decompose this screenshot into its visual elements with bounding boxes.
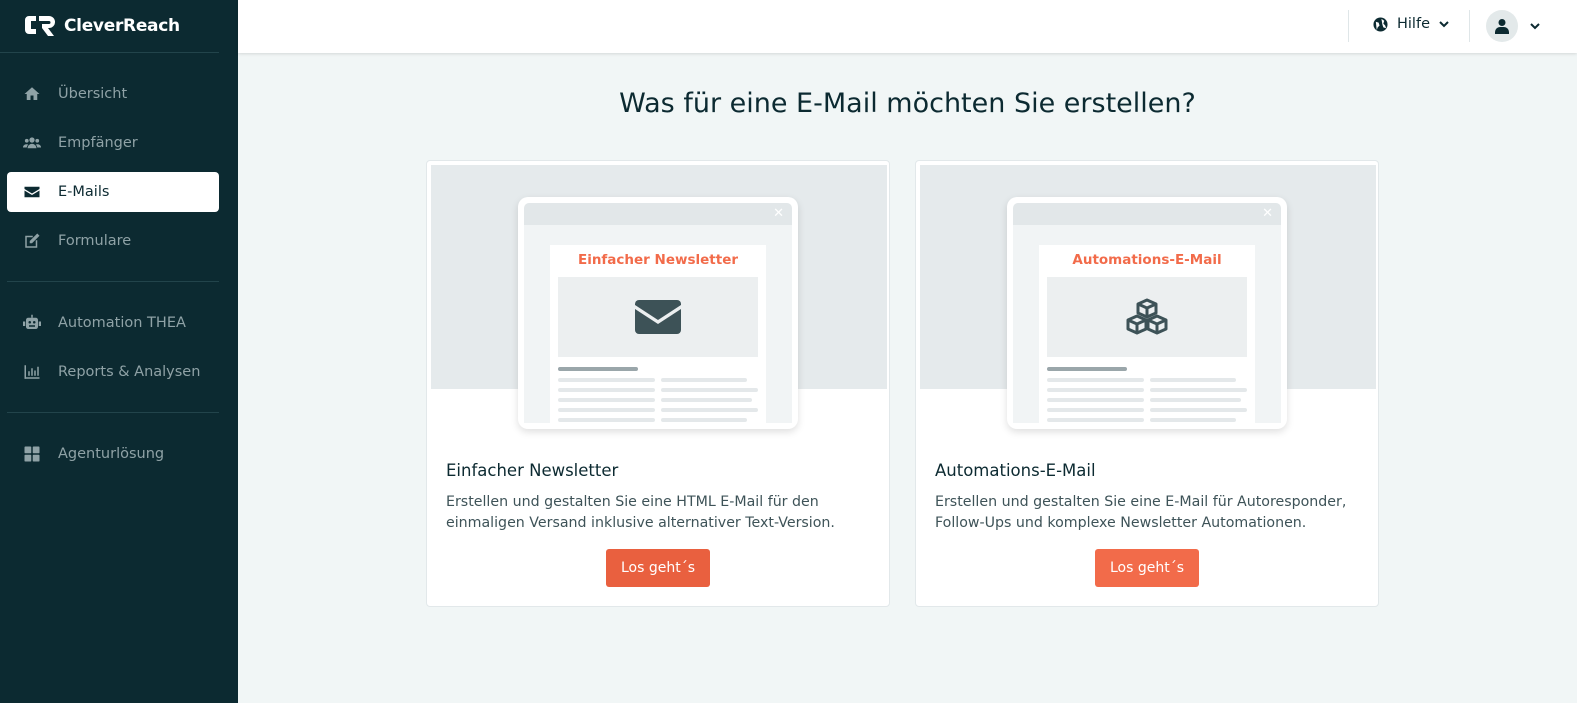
card-description: Erstellen und gestalten Sie eine E-Mail … <box>935 494 1347 531</box>
envelope-icon <box>635 300 681 334</box>
sidebar-item-label: E-Mails <box>58 184 110 200</box>
email-type-card-newsletter[interactable]: ✕ Einfacher Newsletter Einfacher Newslet… <box>426 160 890 607</box>
preview-line <box>1047 418 1144 422</box>
preview-image <box>558 277 758 357</box>
sidebar-item-label: Automation THEA <box>58 315 186 331</box>
start-automation-email-button[interactable]: Los geht´s <box>1095 549 1199 587</box>
preview-line <box>1047 388 1144 392</box>
cubes-icon <box>1126 298 1168 335</box>
preview-line <box>1150 388 1247 392</box>
preview-line <box>558 398 655 402</box>
preview-line <box>661 408 758 412</box>
preview-line <box>558 388 655 392</box>
preview-line <box>1047 367 1127 371</box>
user-menu-button[interactable] <box>1486 10 1540 42</box>
mockup-window-bar: ✕ <box>1013 203 1281 225</box>
nav-group-automation: Automation THEA Reports & Analysen <box>7 282 219 413</box>
start-newsletter-button[interactable]: Los geht´s <box>606 549 710 587</box>
mockup-sheet: Automations-E-Mail <box>1039 245 1255 423</box>
sidebar-item-formulare[interactable]: Formulare <box>7 221 219 261</box>
page-title: Was für eine E-Mail möchten Sie erstelle… <box>619 88 1196 119</box>
edit-icon <box>23 232 41 250</box>
card-description: Erstellen und gestalten Sie eine HTML E-… <box>446 494 835 531</box>
preview-line <box>558 408 655 412</box>
chart-icon <box>23 363 41 381</box>
users-icon <box>23 134 41 152</box>
divider <box>1469 10 1470 42</box>
sidebar-item-automation-thea[interactable]: Automation THEA <box>7 303 219 343</box>
card-title: Automations-E-Mail <box>935 461 1096 480</box>
preview-image <box>1047 277 1247 357</box>
sidebar: CleverReach Übersicht Empfänger E-Mails … <box>0 0 238 703</box>
preview-line <box>1047 378 1144 382</box>
cleverreach-logo-icon <box>25 16 55 36</box>
sidebar-item-emails[interactable]: E-Mails <box>7 172 219 212</box>
sidebar-item-empfaenger[interactable]: Empfänger <box>7 123 219 163</box>
preview-title: Einfacher Newsletter <box>577 252 739 268</box>
sidebar-item-agenturloesung[interactable]: Agenturlösung <box>7 434 219 474</box>
divider <box>1348 10 1349 42</box>
topbar: Hilfe <box>238 0 1577 53</box>
preview-line <box>558 418 655 422</box>
email-type-card-automation[interactable]: ✕ Automations-E-Mail Automations-E-Mail … <box>915 160 1379 607</box>
user-icon <box>1495 19 1509 34</box>
close-icon: ✕ <box>1262 206 1273 221</box>
help-menu-button[interactable]: Hilfe <box>1373 16 1449 32</box>
preview-line <box>1150 378 1236 382</box>
chevron-down-icon <box>1530 23 1540 30</box>
mockup-sheet: Einfacher Newsletter <box>550 245 766 423</box>
preview-line <box>661 418 747 422</box>
robot-icon <box>23 314 41 332</box>
sidebar-item-label: Übersicht <box>58 86 128 102</box>
preview-title: Automations-E-Mail <box>1072 252 1222 268</box>
preview-line <box>558 378 655 382</box>
preview-line <box>1047 398 1144 402</box>
nav-group-agency: Agenturlösung <box>7 413 219 494</box>
avatar <box>1486 10 1518 42</box>
close-icon: ✕ <box>773 206 784 221</box>
sidebar-item-label: Formulare <box>58 233 132 249</box>
sidebar-item-label: Empfänger <box>58 135 138 151</box>
envelope-icon <box>23 183 41 201</box>
logo-text: CleverReach <box>64 16 180 36</box>
card-title: Einfacher Newsletter <box>446 461 619 480</box>
sidebar-item-uebersicht[interactable]: Übersicht <box>7 74 219 114</box>
sidebar-item-label: Agenturlösung <box>58 446 165 462</box>
grid-icon <box>23 445 41 463</box>
email-preview-mockup: ✕ Einfacher Newsletter <box>518 197 798 429</box>
preview-line <box>661 398 752 402</box>
sidebar-item-reports[interactable]: Reports & Analysen <box>7 352 219 392</box>
logo[interactable]: CleverReach <box>0 0 219 53</box>
mockup-window-bar: ✕ <box>524 203 792 225</box>
chevron-down-icon <box>1439 21 1449 28</box>
preview-line <box>1150 398 1241 402</box>
preview-line <box>661 388 758 392</box>
preview-line <box>558 367 638 371</box>
home-icon <box>23 85 41 103</box>
preview-line <box>661 378 747 382</box>
nav-group-main: Übersicht Empfänger E-Mails Formulare <box>7 53 219 282</box>
preview-line <box>1047 408 1144 412</box>
globe-icon <box>1373 16 1388 32</box>
sidebar-item-label: Reports & Analysen <box>58 364 201 380</box>
preview-line <box>1150 408 1247 412</box>
help-label: Hilfe <box>1397 16 1430 32</box>
preview-line <box>1150 418 1236 422</box>
email-preview-mockup: ✕ Automations-E-Mail <box>1007 197 1287 429</box>
